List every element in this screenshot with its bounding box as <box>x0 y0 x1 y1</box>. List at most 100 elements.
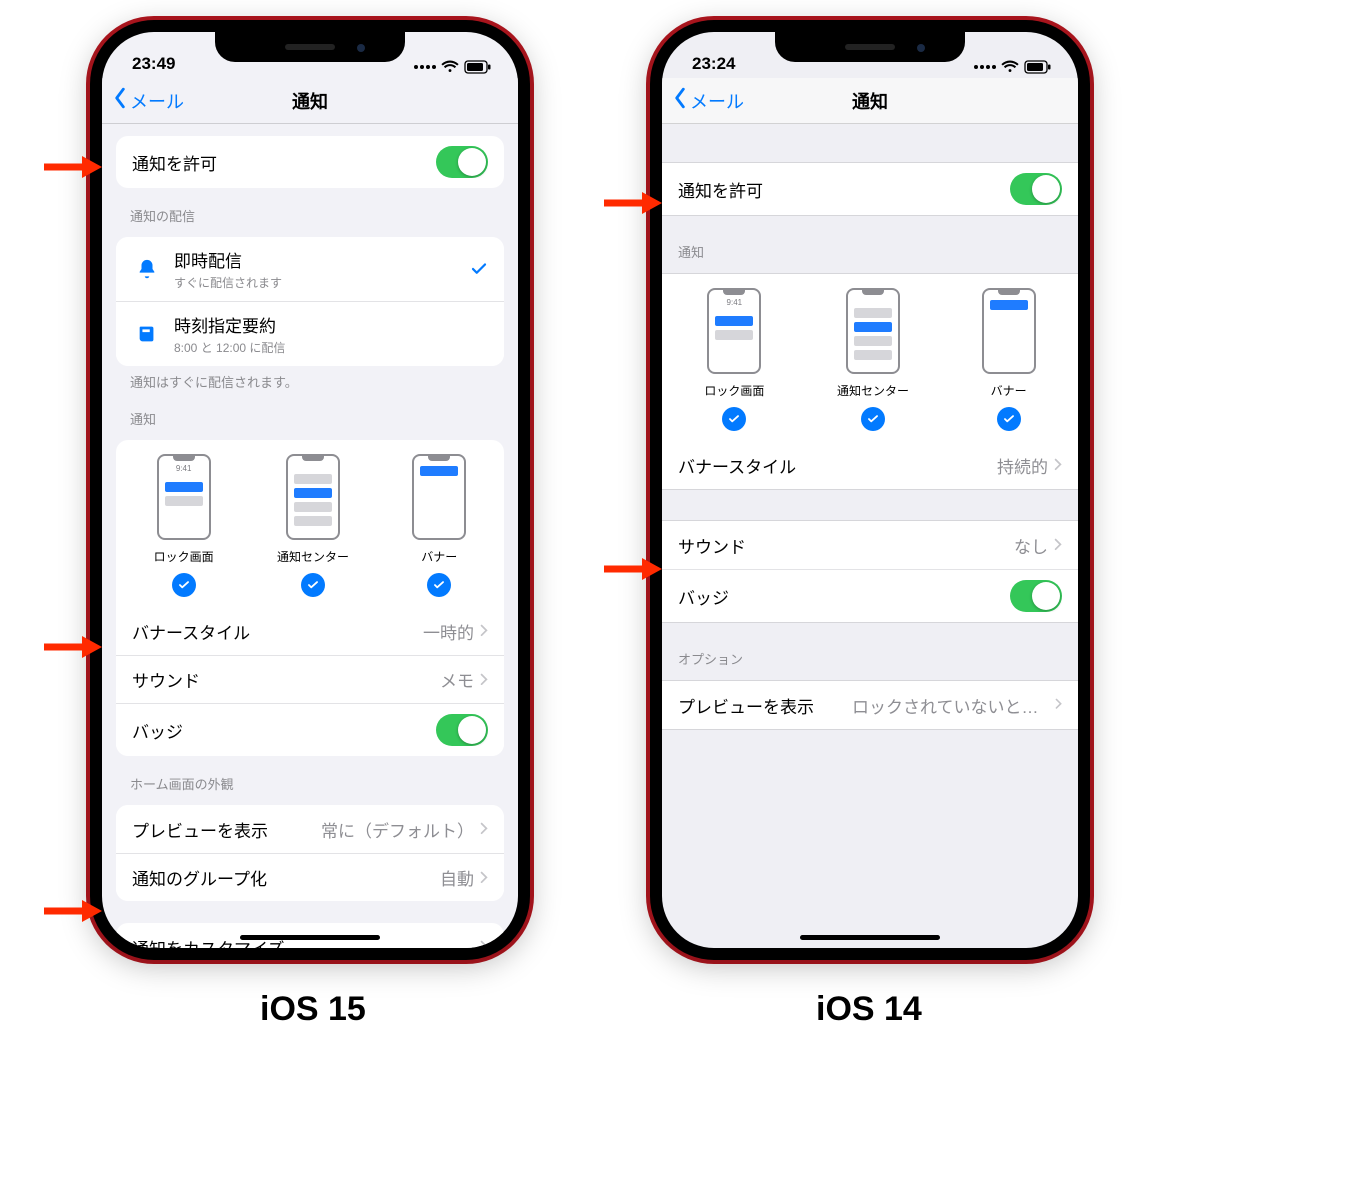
group-delivery: 即時配信 すぐに配信されます 時刻指 <box>116 237 504 366</box>
nav-bar: メール 通知 <box>662 78 1078 124</box>
badge-switch[interactable] <box>436 714 488 746</box>
row-banner-style[interactable]: バナースタイル 一時的 <box>116 607 504 655</box>
phone-ios15: 23:49 <box>90 20 530 980</box>
wifi-icon <box>1001 60 1019 74</box>
annotation-arrow-icon <box>602 556 662 582</box>
sound-label: サウンド <box>678 533 746 558</box>
status-icons <box>414 60 492 74</box>
back-label: メール <box>130 88 184 114</box>
switch-wrap <box>436 146 488 178</box>
style-notification-center[interactable]: 通知センター <box>277 454 349 597</box>
style-label: バナー <box>421 548 457 565</box>
back-button[interactable]: メール <box>112 87 184 114</box>
annotation-arrow-icon <box>42 634 102 660</box>
badge-label: バッジ <box>678 584 729 609</box>
row-scheduled-summary[interactable]: 時刻指定要約 8:00 と 12:00 に配信 <box>116 301 504 366</box>
grouping-value: 自動 <box>440 865 488 890</box>
item-subtitle: すぐに配信されます <box>174 274 470 291</box>
lockscreen-preview-icon: 9:41 <box>157 454 211 540</box>
row-badge[interactable]: バッジ <box>662 569 1078 622</box>
banner-style-label: バナースタイル <box>132 619 250 644</box>
group-appearance: プレビューを表示 常に（デフォルト） 通知のグループ化 自動 <box>116 805 504 901</box>
row-immediate-delivery[interactable]: 即時配信 すぐに配信されます <box>116 237 504 301</box>
chevron-right-icon <box>1055 698 1062 712</box>
stage: 23:49 <box>0 0 1360 1200</box>
chevron-right-icon <box>1054 538 1062 552</box>
style-lockscreen[interactable]: 9:41 ロック画面 <box>154 454 214 597</box>
style-lockscreen[interactable]: 9:41 ロック画面 <box>704 288 764 431</box>
bell-icon <box>132 258 162 280</box>
sound-label: サウンド <box>132 667 200 692</box>
style-label: ロック画面 <box>704 382 764 399</box>
annotation-arrow-icon <box>42 154 102 180</box>
preview-time: 9:41 <box>159 464 209 473</box>
group-styles: 9:41 ロック画面 <box>116 440 504 756</box>
checkmark-circle-icon <box>722 407 746 431</box>
sound-value: メモ <box>440 667 488 692</box>
row-banner-style[interactable]: バナースタイル 持続的 <box>662 441 1078 489</box>
row-preview[interactable]: プレビューを表示 ロックされていないときの… <box>662 681 1078 729</box>
banner-style-value: 一時的 <box>423 619 488 644</box>
nav-title: 通知 <box>852 88 888 114</box>
chevron-right-icon <box>480 624 488 638</box>
screen: 23:24 <box>662 32 1078 948</box>
preview-value: ロックされていないときの… <box>852 693 1062 718</box>
status-time: 23:49 <box>132 54 175 74</box>
status-time: 23:24 <box>692 54 735 74</box>
home-indicator[interactable] <box>800 935 940 940</box>
center-preview-icon <box>846 288 900 374</box>
allow-label: 通知を許可 <box>678 177 763 202</box>
row-allow-notifications[interactable]: 通知を許可 <box>662 163 1078 215</box>
preview-value: 常に（デフォルト） <box>321 817 488 842</box>
banner-preview-icon <box>412 454 466 540</box>
newspaper-icon <box>132 323 162 345</box>
phone-frame: 23:49 <box>90 20 530 960</box>
back-button[interactable]: メール <box>672 87 744 114</box>
chevron-right-icon <box>1054 458 1062 472</box>
notch <box>775 32 965 62</box>
style-chooser: 9:41 ロック画面 <box>116 440 504 607</box>
badge-label: バッジ <box>132 718 183 743</box>
item-subtitle: 8:00 と 12:00 に配信 <box>174 339 488 356</box>
style-banner[interactable]: バナー <box>982 288 1036 431</box>
checkmark-circle-icon <box>172 573 196 597</box>
center-preview-icon <box>286 454 340 540</box>
group-styles: 9:41 ロック画面 <box>662 273 1078 490</box>
allow-label: 通知を許可 <box>132 150 217 175</box>
home-indicator[interactable] <box>240 935 380 940</box>
row-badge[interactable]: バッジ <box>116 703 504 756</box>
footer-delivery: 通知はすぐに配信されます。 <box>130 372 490 391</box>
caption-ios15: iOS 15 <box>260 990 366 1029</box>
row-allow-notifications[interactable]: 通知を許可 <box>116 136 504 188</box>
allow-switch[interactable] <box>1010 173 1062 205</box>
row-preview[interactable]: プレビューを表示 常に（デフォルト） <box>116 805 504 853</box>
allow-switch[interactable] <box>436 146 488 178</box>
annotation-arrow-icon <box>42 898 102 924</box>
chevron-right-icon <box>480 673 488 687</box>
style-banner[interactable]: バナー <box>412 454 466 597</box>
chevron-left-icon <box>672 87 688 114</box>
grouping-label: 通知のグループ化 <box>132 865 267 890</box>
phone-ios14: 23:24 <box>650 20 1090 980</box>
notch <box>215 32 405 62</box>
style-label: ロック画面 <box>154 548 214 565</box>
row-sound[interactable]: サウンド メモ <box>116 655 504 703</box>
item-title: 時刻指定要約 <box>174 312 488 337</box>
sound-value: なし <box>1014 533 1062 558</box>
header-delivery: 通知の配信 <box>130 206 490 225</box>
chevron-right-icon <box>480 822 488 836</box>
badge-switch[interactable] <box>1010 580 1062 612</box>
content[interactable]: 通知を許可 通知の配信 <box>102 124 518 948</box>
phone-frame: 23:24 <box>650 20 1090 960</box>
row-sound[interactable]: サウンド なし <box>662 521 1078 569</box>
status-icons <box>974 60 1052 74</box>
nav-title: 通知 <box>292 88 328 114</box>
banner-preview-icon <box>982 288 1036 374</box>
content[interactable]: 通知を許可 通知 9:41 <box>662 124 1078 948</box>
style-notification-center[interactable]: 通知センター <box>837 288 909 431</box>
item-title: 即時配信 <box>174 247 470 272</box>
row-grouping[interactable]: 通知のグループ化 自動 <box>116 853 504 901</box>
preview-label: プレビューを表示 <box>132 817 268 842</box>
style-label: 通知センター <box>837 382 909 399</box>
banner-style-label: バナースタイル <box>678 453 796 478</box>
